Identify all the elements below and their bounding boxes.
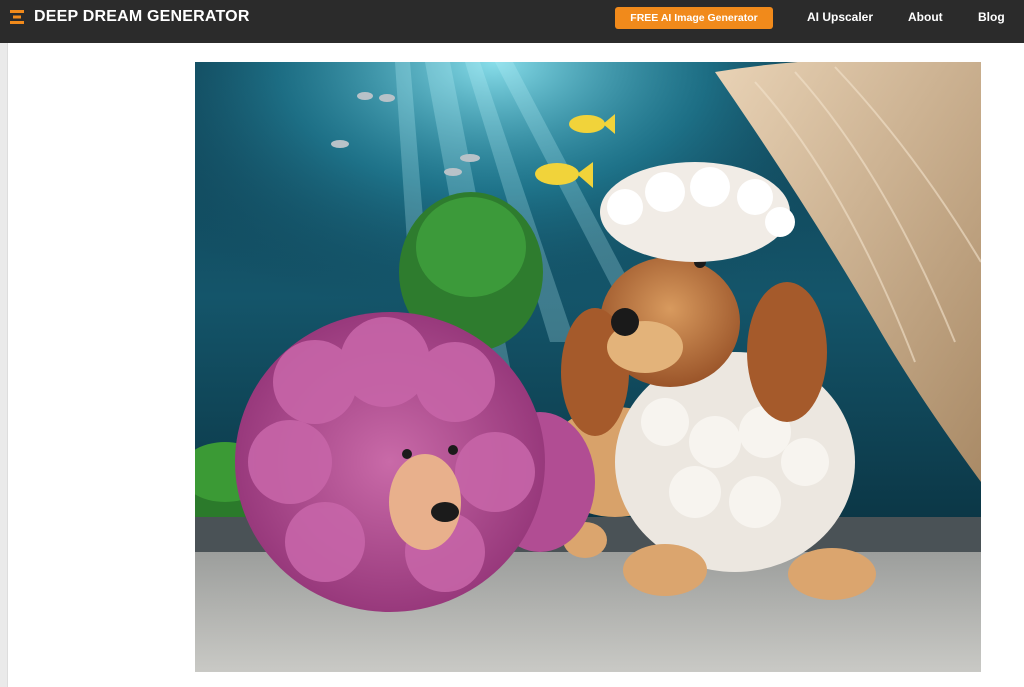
- top-navigation-bar: DEEP DREAM GENERATOR FREE AI Image Gener…: [0, 0, 1024, 43]
- nav-link-about[interactable]: About: [908, 10, 943, 24]
- free-ai-image-generator-button[interactable]: FREE AI Image Generator: [615, 7, 773, 29]
- brand-title: DEEP DREAM GENERATOR: [34, 8, 250, 25]
- nav-link-blog[interactable]: Blog: [978, 10, 1005, 24]
- generated-artwork-image[interactable]: [195, 62, 981, 672]
- left-sidebar-edge: [0, 43, 8, 687]
- nav-link-ai-upscaler[interactable]: AI Upscaler: [807, 10, 873, 24]
- brand[interactable]: DEEP DREAM GENERATOR: [10, 0, 250, 34]
- stacked-bars-logo-icon: [10, 10, 24, 24]
